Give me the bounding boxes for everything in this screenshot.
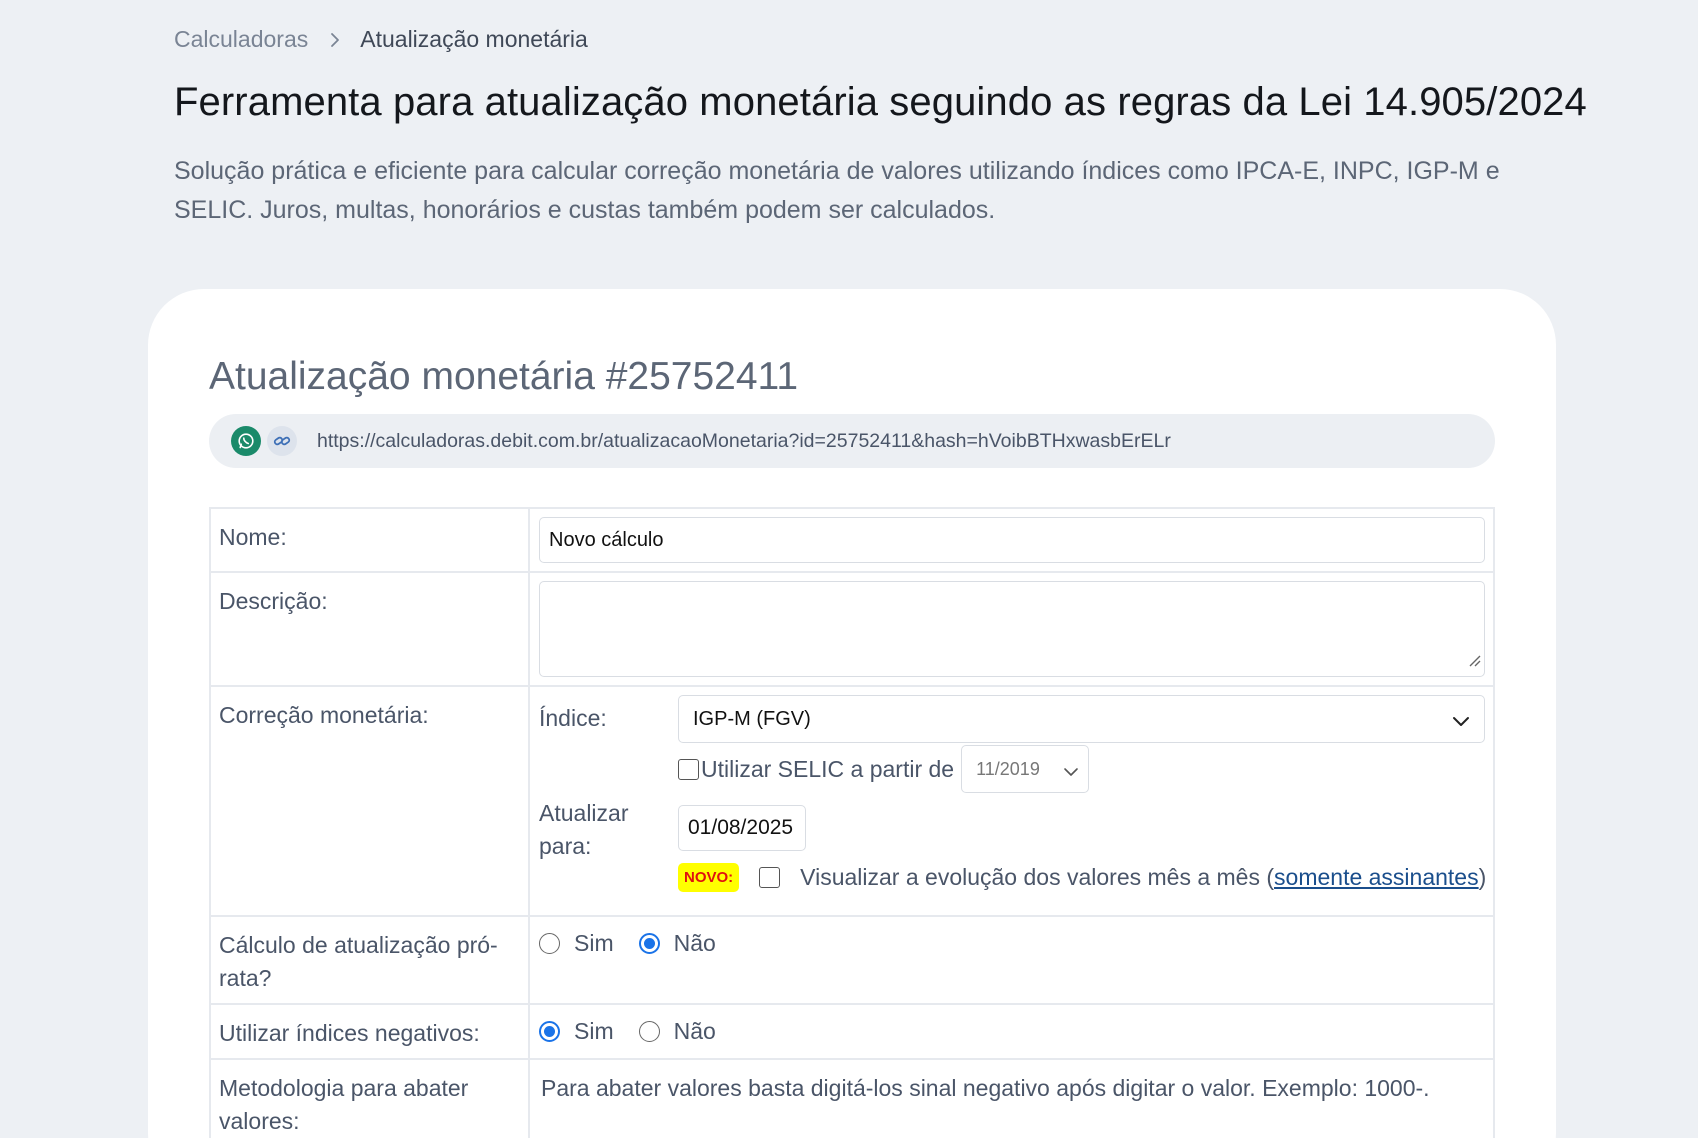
calculation-form: Nome: Novo cálculo Descrição: Correção m… [209,507,1495,1138]
selic-date-value: 11/2019 [976,758,1040,779]
indice-select-value: IGP-M (FGV) [693,707,811,730]
metodologia-text: Para abater valores basta digitá-los sin… [541,1075,1430,1101]
evolucao-row: NOVO: Visualizar a evolução dos valores … [678,863,1486,892]
chevron-down-icon [1063,762,1079,783]
selic-date-select[interactable]: 11/2019 [961,745,1090,793]
negativos-sim-label: Sim [574,1017,614,1044]
form-row-nome: Nome: Novo cálculo [209,507,1495,573]
atualizar-date-input[interactable]: 01/08/2025 [678,805,806,851]
negativos-label: Utilizar índices negativos: [209,1003,530,1060]
pro-rata-nao-label: Não [673,929,716,956]
nome-input[interactable]: Novo cálculo [539,517,1485,563]
indice-select[interactable]: IGP-M (FGV) [678,695,1485,743]
page: Calculadoras Atualização monetária Ferra… [0,0,1698,1138]
pro-rata-radio-group: Sim Não [539,925,1485,958]
whatsapp-icon[interactable] [231,426,261,456]
correcao-label: Correção monetária: [209,685,530,917]
evolucao-checkbox[interactable] [759,867,781,888]
selic-label: Utilizar SELIC a partir de [701,755,955,782]
negativos-nao-label: Não [673,1017,716,1044]
chevron-down-icon [1452,711,1470,734]
card-title: Atualização monetária #25752411 [209,355,799,398]
resize-handle-icon[interactable] [1467,646,1481,673]
form-row-metodologia: Metodologia para abater valores: Para ab… [209,1058,1495,1138]
calculation-card: Atualização monetária #25752411 https://… [148,289,1556,1138]
pro-rata-label: Cálculo de atualização pró-rata? [209,915,530,1005]
selic-checkbox[interactable] [678,758,699,780]
link-icon[interactable] [267,426,297,456]
page-title: Ferramenta para atualização monetária se… [174,80,1587,124]
form-row-pro-rata: Cálculo de atualização pró-rata? Sim Não [209,915,1495,1005]
evolucao-text: Visualizar a evolução dos valores mês a … [800,864,1275,890]
descricao-textarea[interactable] [539,581,1485,677]
selic-row: Utilizar SELIC a partir de 11/2019 [678,745,1090,793]
nome-label: Nome: [209,507,530,573]
evolucao-close: ) [1478,864,1487,890]
atualizar-label: Atualizar para: [539,800,629,859]
form-row-descricao: Descrição: [209,571,1495,687]
negativos-sim-radio[interactable] [539,1020,560,1042]
chevron-right-icon [330,32,340,48]
descricao-label: Descrição: [209,571,530,687]
indice-label: Índice: [539,705,607,731]
pro-rata-nao-radio[interactable] [638,932,660,954]
breadcrumb-calculadoras-link[interactable]: Calculadoras [174,26,308,53]
share-url[interactable]: https://calculadoras.debit.com.br/atuali… [317,430,1171,453]
pro-rata-sim-radio[interactable] [539,932,560,954]
metodologia-label: Metodologia para abater valores: [209,1058,530,1138]
breadcrumb: Calculadoras Atualização monetária [174,26,588,53]
assinantes-link[interactable]: somente assinantes [1274,864,1479,891]
form-row-correcao: Correção monetária: Índice: IGP-M (FGV) [209,685,1495,917]
share-url-bar: https://calculadoras.debit.com.br/atuali… [209,414,1495,468]
breadcrumb-current: Atualização monetária [360,26,588,52]
pro-rata-sim-label: Sim [574,929,614,956]
form-row-negativos: Utilizar índices negativos: Sim Não [209,1003,1495,1060]
negativos-nao-radio[interactable] [638,1020,660,1042]
novo-badge: NOVO: [678,863,740,892]
page-subtitle: Solução prática e eficiente para calcula… [174,157,1500,224]
negativos-radio-group: Sim Não [539,1013,1485,1046]
